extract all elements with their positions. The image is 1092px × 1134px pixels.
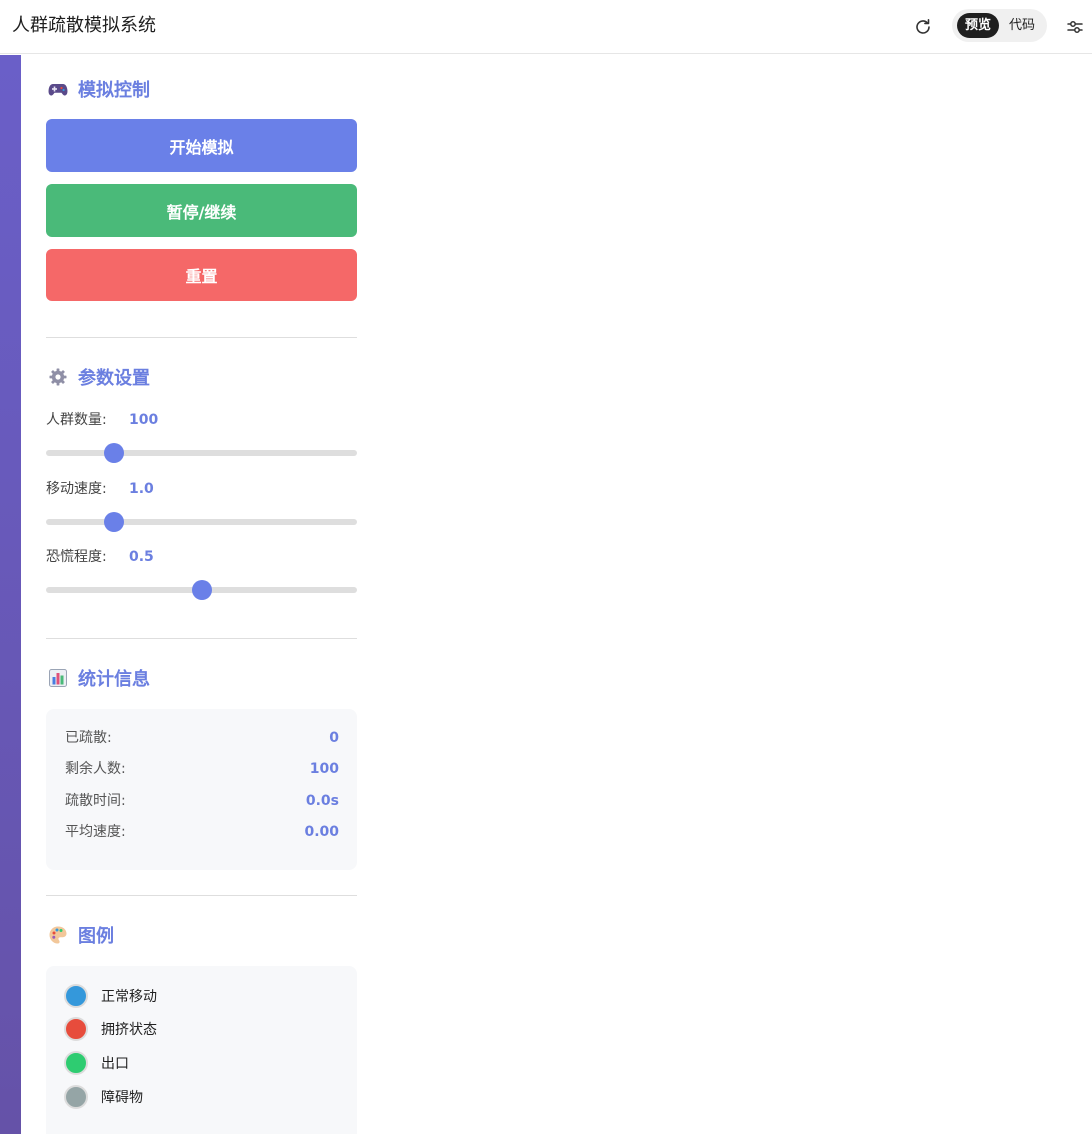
legend-swatch <box>64 1017 88 1041</box>
refresh-icon <box>916 19 930 34</box>
stat-remaining: 剩余人数: 100 <box>65 759 339 779</box>
legend-swatch <box>64 1085 88 1109</box>
code-tab[interactable]: 代码 <box>1001 13 1043 38</box>
divider <box>46 895 357 896</box>
start-simulation-button[interactable]: 开始模拟 <box>46 119 357 172</box>
crowd-count-slider[interactable] <box>46 443 357 463</box>
section-title-params: 参数设置 <box>46 364 150 390</box>
stat-value: 0 <box>329 730 339 746</box>
gamepad-icon <box>46 77 70 101</box>
panic-level-label: 恐慌程度: <box>46 549 107 565</box>
legend-swatch <box>64 984 88 1008</box>
move-speed-label: 移动速度: <box>46 481 107 497</box>
legend-item: 障碍物 <box>64 1085 143 1109</box>
slider-thumb[interactable] <box>104 443 125 463</box>
section-title-text: 参数设置 <box>78 368 150 389</box>
crowd-count-label: 人群数量: <box>46 412 107 428</box>
move-speed-value: 1.0 <box>129 481 154 497</box>
stat-evacuated: 已疏散: 0 <box>65 728 339 748</box>
legend-label: 正常移动 <box>101 989 157 1005</box>
palette-icon <box>46 923 70 947</box>
legend-label: 拥挤状态 <box>101 1022 157 1038</box>
stat-value: 100 <box>309 761 339 777</box>
divider <box>46 638 357 639</box>
legend-item: 正常移动 <box>64 984 157 1008</box>
stat-label: 剩余人数: <box>65 761 126 777</box>
legend-swatch <box>64 1051 88 1075</box>
bar-chart-icon <box>46 666 70 690</box>
slider-thumb[interactable] <box>191 580 212 600</box>
sidebar-accent-strip <box>0 55 21 1134</box>
pause-resume-button[interactable]: 暂停/继续 <box>46 184 357 237</box>
stats-card: 已疏散: 0 剩余人数: 100 疏散时间: 0.0s 平均速度: 0.00 <box>46 709 357 870</box>
stat-label: 已疏散: <box>65 730 112 746</box>
stat-avg-speed: 平均速度: 0.00 <box>65 822 339 842</box>
section-title-text: 模拟控制 <box>78 80 150 101</box>
crowd-count-value: 100 <box>129 412 159 428</box>
gear-icon <box>46 365 70 389</box>
legend-card: 正常移动 拥挤状态 出口 障碍物 <box>46 966 357 1134</box>
divider <box>46 337 357 338</box>
refresh-button[interactable] <box>910 14 936 40</box>
move-speed-slider[interactable] <box>46 512 357 532</box>
panic-level-value: 0.5 <box>129 549 154 565</box>
sliders-icon <box>1067 21 1083 33</box>
section-title-stats: 统计信息 <box>46 665 150 691</box>
settings-button[interactable] <box>1062 14 1088 40</box>
stat-evac-time: 疏散时间: 0.0s <box>65 791 339 811</box>
stat-label: 疏散时间: <box>65 793 126 809</box>
control-panel: 模拟控制 开始模拟 暂停/继续 重置 参数设置 人群数量: 100 移动速度: … <box>46 55 357 1134</box>
view-toggle: 预览 代码 <box>952 9 1047 42</box>
slider-thumb[interactable] <box>104 512 125 532</box>
legend-label: 障碍物 <box>101 1090 143 1106</box>
legend-item: 拥挤状态 <box>64 1017 157 1041</box>
reset-button[interactable]: 重置 <box>46 249 357 301</box>
app-title: 人群疏散模拟系统 <box>12 15 156 36</box>
section-title-text: 统计信息 <box>78 669 150 690</box>
stat-value: 0.00 <box>304 824 339 840</box>
stat-value: 0.0s <box>305 793 339 809</box>
stat-label: 平均速度: <box>65 824 126 840</box>
section-title-text: 图例 <box>78 926 114 947</box>
section-title-legend: 图例 <box>46 922 114 948</box>
legend-item: 出口 <box>64 1051 129 1075</box>
panic-level-slider[interactable] <box>46 580 357 600</box>
top-bar: 人群疏散模拟系统 预览 代码 <box>0 0 1092 54</box>
section-title-controls: 模拟控制 <box>46 76 150 102</box>
preview-tab[interactable]: 预览 <box>957 13 999 38</box>
legend-label: 出口 <box>101 1056 129 1072</box>
